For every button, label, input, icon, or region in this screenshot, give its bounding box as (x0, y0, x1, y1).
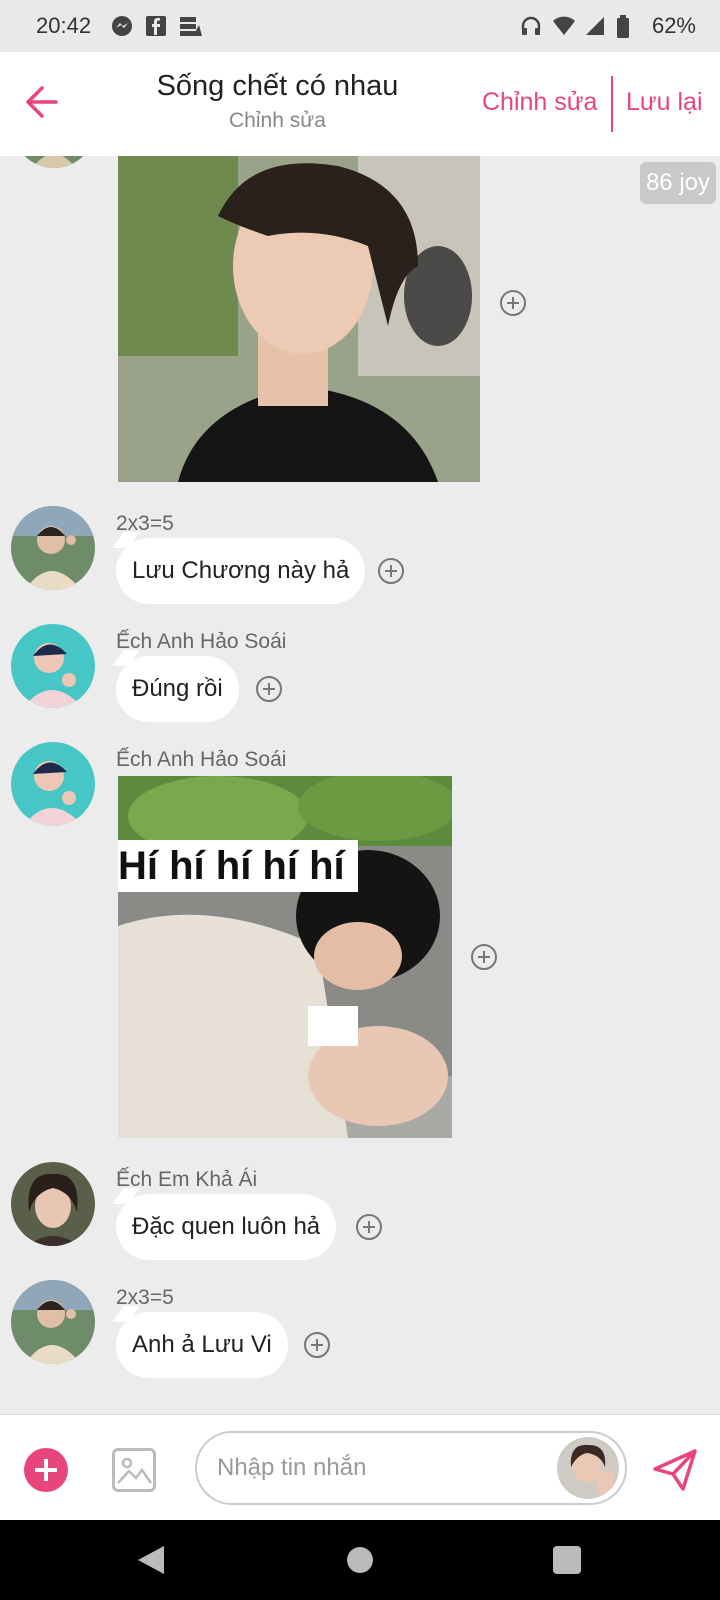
send-icon (653, 1449, 697, 1491)
message-bubble[interactable]: Đúng rồi (116, 656, 239, 722)
sender-name: Ếch Anh Hảo Soái (116, 630, 287, 653)
message-input[interactable] (217, 1433, 537, 1503)
message-bubble[interactable]: Lưu Chương này hả (116, 538, 366, 604)
recents-square-icon[interactable] (553, 1546, 581, 1574)
wifi-icon (552, 15, 575, 37)
image-caption: Hí hí hí hí hí (118, 844, 345, 888)
status-notification-icons (111, 15, 203, 37)
status-bar: 20:42 62% (0, 0, 720, 52)
send-button[interactable] (652, 1447, 698, 1493)
avatar[interactable] (11, 624, 95, 708)
joy-badge: 86 joy (639, 162, 716, 204)
battery-icon (616, 15, 638, 38)
avatar[interactable] (12, 156, 96, 168)
system-nav-bar (0, 1520, 720, 1600)
back-button[interactable] (24, 82, 60, 122)
avatar[interactable] (11, 1162, 95, 1246)
message-bubble[interactable]: Anh ả Lưu Vi (116, 1312, 288, 1378)
add-reaction-icon[interactable] (356, 1214, 382, 1240)
message-field[interactable] (195, 1431, 627, 1505)
signal-icon (584, 15, 606, 37)
chat-messages[interactable]: 86 joy 2x3=5 Lưu Chương này hả Ếch Anh H… (0, 156, 720, 1414)
message-input-bar (0, 1414, 720, 1520)
image-icon[interactable] (112, 1448, 156, 1492)
title-block: Sống chết có nhau Chỉnh sửa (130, 70, 425, 133)
sender-name: Ếch Anh Hảo Soái (116, 748, 287, 771)
avatar[interactable] (11, 506, 95, 590)
avatar[interactable] (11, 1280, 95, 1364)
add-reaction-icon[interactable] (500, 290, 526, 316)
header-divider (611, 76, 613, 132)
sticker-button[interactable] (557, 1437, 619, 1499)
plus-circle-icon[interactable] (24, 1448, 68, 1492)
home-circle-icon[interactable] (347, 1547, 373, 1573)
add-reaction-icon[interactable] (304, 1332, 330, 1358)
status-time: 20:42 (36, 13, 92, 38)
image-message[interactable] (118, 156, 480, 482)
storage-icon (179, 15, 203, 37)
chat-title: Sống chết có nhau (156, 70, 399, 102)
headphones-icon (520, 15, 542, 37)
battery-percentage: 62% (651, 13, 696, 38)
status-system-icons: 62% (520, 13, 696, 39)
facebook-icon (145, 15, 167, 37)
arrow-left-icon (26, 86, 58, 118)
add-reaction-icon[interactable] (256, 676, 282, 702)
edit-button[interactable]: Chỉnh sửa (482, 88, 597, 117)
message-bubble[interactable]: Đặc quen luôn hả (116, 1194, 337, 1260)
image-message[interactable]: Hí hí hí hí hí (118, 776, 452, 1138)
messenger-icon (111, 15, 133, 37)
chat-subtitle: Chỉnh sửa (229, 109, 326, 132)
add-reaction-icon[interactable] (471, 944, 497, 970)
back-triangle-icon[interactable] (136, 1544, 166, 1576)
avatar[interactable] (11, 742, 95, 826)
chat-header: Sống chết có nhau Chỉnh sửa Chỉnh sửa Lư… (0, 52, 720, 156)
save-button[interactable]: Lưu lại (626, 88, 703, 117)
add-reaction-icon[interactable] (378, 558, 404, 584)
